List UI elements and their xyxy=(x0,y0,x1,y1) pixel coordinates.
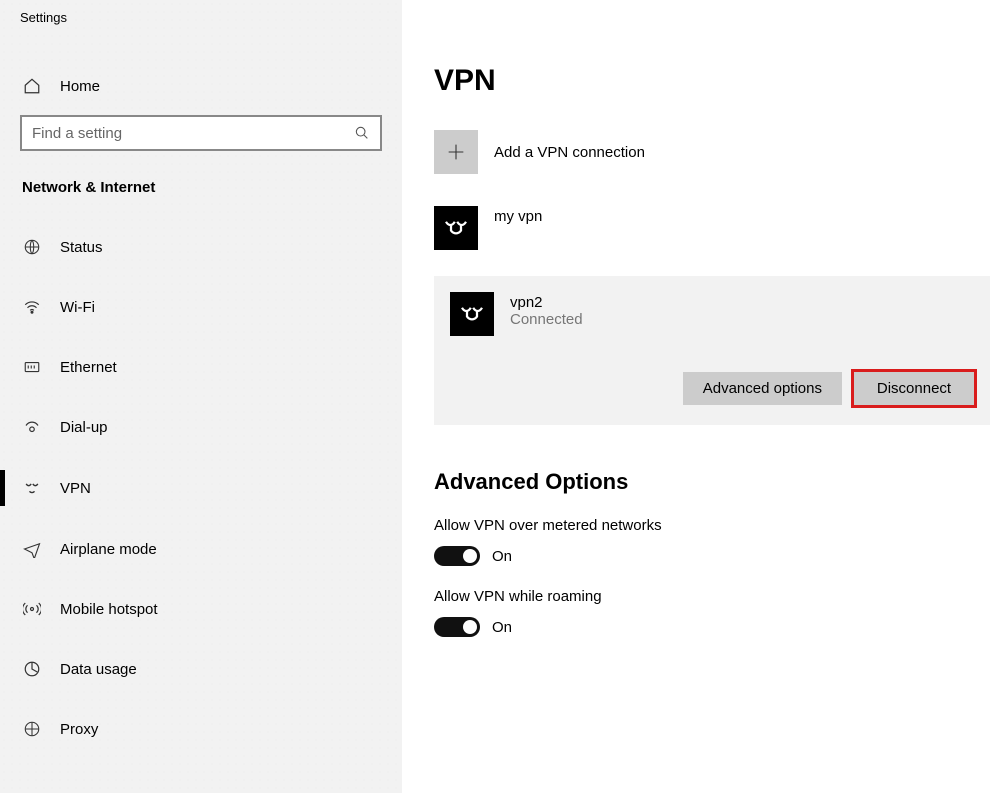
option-label: Allow VPN over metered networks xyxy=(434,517,1004,534)
main-panel: VPN Add a VPN connection my vpn xyxy=(402,0,1004,793)
category-header: Network & Internet xyxy=(0,151,402,210)
nav-list: Status Wi-Fi Ethernet D xyxy=(0,224,402,752)
vpn-action-buttons: Advanced options Disconnect xyxy=(450,372,974,405)
sidebar-item-hotspot[interactable]: Mobile hotspot xyxy=(0,586,402,632)
sidebar-item-label: Airplane mode xyxy=(60,541,157,558)
toggle-roaming[interactable] xyxy=(434,617,480,637)
hotspot-icon xyxy=(22,600,42,618)
vpn-icon xyxy=(22,478,42,498)
vpn-connection-item[interactable]: vpn2 Connected xyxy=(450,292,974,336)
add-vpn-label: Add a VPN connection xyxy=(494,144,645,161)
sidebar-item-wifi[interactable]: Wi-Fi xyxy=(0,284,402,330)
sidebar-item-label: Wi-Fi xyxy=(60,299,95,316)
sidebar-item-label: Dial-up xyxy=(60,419,108,436)
sidebar-item-label: Proxy xyxy=(60,721,98,738)
vpn-connection-status: Connected xyxy=(510,311,583,328)
home-label: Home xyxy=(60,78,100,95)
sidebar-item-dialup[interactable]: Dial-up xyxy=(0,404,402,450)
vpn-connection-name: my vpn xyxy=(494,206,542,225)
sidebar-item-proxy[interactable]: Proxy xyxy=(0,706,402,752)
option-metered: Allow VPN over metered networks On xyxy=(434,517,1004,566)
sidebar-item-airplane[interactable]: Airplane mode xyxy=(0,526,402,572)
search-input[interactable] xyxy=(32,125,354,142)
dialup-icon xyxy=(22,418,42,436)
search-box[interactable] xyxy=(20,115,382,151)
vpn-connection-card-selected[interactable]: vpn2 Connected Advanced options Disconne… xyxy=(434,276,990,425)
home-icon xyxy=(22,77,42,95)
airplane-icon xyxy=(22,540,42,558)
toggle-state-label: On xyxy=(492,619,512,636)
sidebar-item-label: Status xyxy=(60,239,103,256)
sidebar-item-label: VPN xyxy=(60,480,91,497)
plus-icon xyxy=(434,130,478,174)
option-roaming: Allow VPN while roaming On xyxy=(434,588,1004,637)
vpn-tile-icon xyxy=(434,206,478,250)
home-nav[interactable]: Home xyxy=(0,65,402,107)
sidebar-item-label: Mobile hotspot xyxy=(60,601,158,618)
proxy-icon xyxy=(22,720,42,738)
sidebar-item-label: Data usage xyxy=(60,661,137,678)
advanced-options-button[interactable]: Advanced options xyxy=(683,372,842,405)
sidebar-item-datausage[interactable]: Data usage xyxy=(0,646,402,692)
vpn-connection-item[interactable]: my vpn xyxy=(434,202,1004,254)
search-icon xyxy=(354,125,370,141)
window-title: Settings xyxy=(0,0,402,25)
vpn-tile-icon xyxy=(450,292,494,336)
sidebar-item-vpn[interactable]: VPN xyxy=(0,464,402,512)
sidebar-item-label: Ethernet xyxy=(60,359,117,376)
ethernet-icon xyxy=(22,358,42,376)
advanced-options-title: Advanced Options xyxy=(434,469,1004,495)
sidebar: Settings Home Network & Internet Status xyxy=(0,0,402,793)
wifi-icon xyxy=(22,298,42,316)
globe-icon xyxy=(22,238,42,256)
sidebar-item-status[interactable]: Status xyxy=(0,224,402,270)
datausage-icon xyxy=(22,660,42,678)
disconnect-button[interactable]: Disconnect xyxy=(854,372,974,405)
vpn-connection-name: vpn2 xyxy=(510,292,583,311)
toggle-state-label: On xyxy=(492,548,512,565)
page-title: VPN xyxy=(434,64,1004,98)
sidebar-item-ethernet[interactable]: Ethernet xyxy=(0,344,402,390)
option-label: Allow VPN while roaming xyxy=(434,588,1004,605)
toggle-metered[interactable] xyxy=(434,546,480,566)
add-vpn-row[interactable]: Add a VPN connection xyxy=(434,130,1004,174)
